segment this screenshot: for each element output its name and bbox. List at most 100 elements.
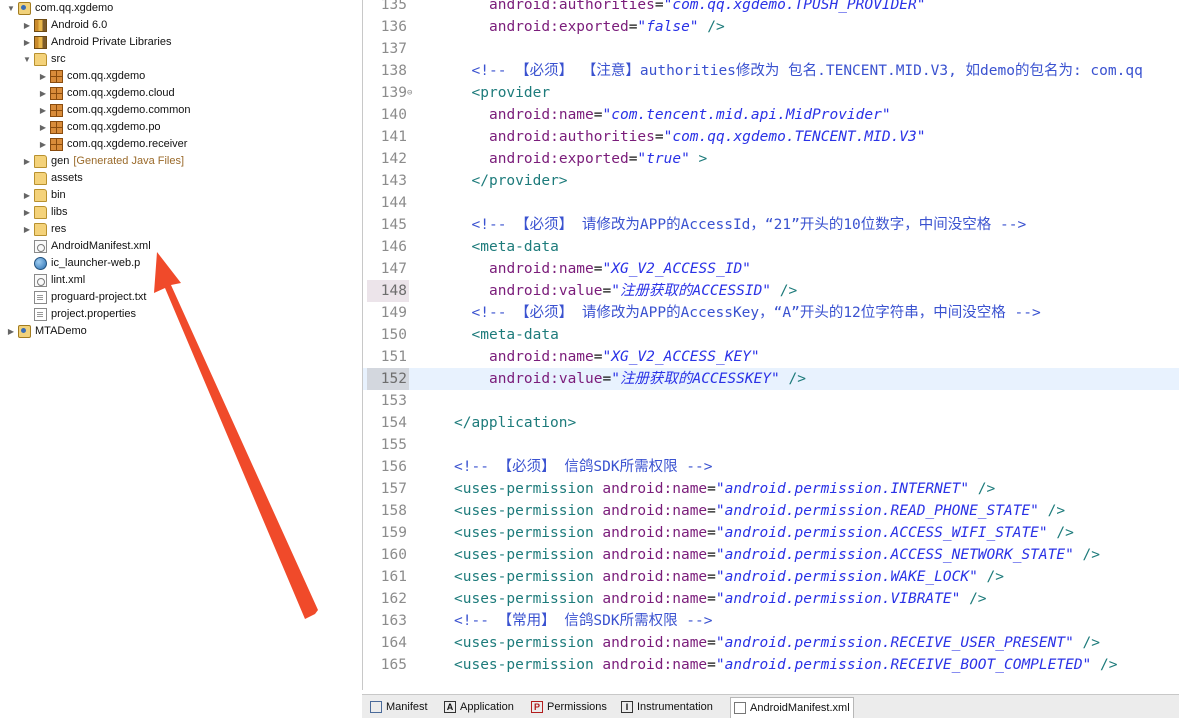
tab-androidmanifest-xml[interactable]: AndroidManifest.xml xyxy=(730,697,854,718)
code-line[interactable]: 161 <uses-permission android:name="androi… xyxy=(363,566,1179,588)
code-line[interactable]: 135 android:authorities="com.qq.xgdemo.TP… xyxy=(363,0,1179,16)
tree-item[interactable]: ▶ com.qq.xgdemo.receiver xyxy=(38,136,187,153)
line-number: 135 xyxy=(380,0,407,13)
code-line[interactable]: 143 </provider> xyxy=(363,170,1179,192)
token-tag: /> xyxy=(1047,525,1074,541)
code-line[interactable]: 147 android:name="XG_V2_ACCESS_ID" xyxy=(363,258,1179,280)
folder-icon xyxy=(34,172,47,185)
tree-item[interactable]: ▶ bin xyxy=(22,187,66,204)
tree-item[interactable]: ▶ com.qq.xgdemo.po xyxy=(38,119,161,136)
token-txt: = xyxy=(707,481,716,497)
token-val: "android.permission.READ_PHONE_STATE" xyxy=(715,503,1039,519)
code-line[interactable]: 146 <meta-data xyxy=(363,236,1179,258)
collapsed-twisty-icon[interactable]: ▶ xyxy=(22,153,32,170)
tree-item[interactable]: ▼ src xyxy=(22,51,66,68)
xml-file-icon xyxy=(34,240,47,253)
tree-item[interactable]: ▶ com.qq.xgdemo.cloud xyxy=(38,85,175,102)
tree-item[interactable]: proguard-project.txt xyxy=(22,289,146,306)
library-icon xyxy=(34,36,47,49)
code-line[interactable]: 158 <uses-permission android:name="androi… xyxy=(363,500,1179,522)
collapsed-twisty-icon[interactable]: ▶ xyxy=(6,323,16,340)
tree-item[interactable]: ▶ libs xyxy=(22,204,68,221)
tab-manifest[interactable]: Manifest xyxy=(370,697,428,717)
collapsed-twisty-icon[interactable]: ▶ xyxy=(22,17,32,34)
instrumentation-icon: I xyxy=(621,701,633,713)
collapsed-twisty-icon[interactable]: ▶ xyxy=(22,204,32,221)
code-text: <uses-permission android:name="android.p… xyxy=(454,478,995,500)
tree-item-label: com.qq.xgdemo xyxy=(35,2,114,14)
code-line[interactable]: 163 <!-- 【常用】 信鸽SDK所需权限 --> xyxy=(363,610,1179,632)
code-line[interactable]: 160 <uses-permission android:name="androi… xyxy=(363,544,1179,566)
tree-item[interactable]: ▶ res xyxy=(22,221,66,238)
collapsed-twisty-icon[interactable]: ▶ xyxy=(38,119,48,136)
code-text: <!-- 【必须】 【注意】authorities修改为 包名.TENCENT.… xyxy=(472,60,1143,82)
line-number: 153 xyxy=(380,393,407,409)
token-val: "注册获取的ACCESSID" xyxy=(611,283,772,299)
code-line[interactable]: 155 xyxy=(363,434,1179,456)
line-number: 165 xyxy=(380,657,407,673)
line-number: 139 xyxy=(380,85,407,101)
code-line-current[interactable]: 152 android:value="注册获取的ACCESSKEY" /> xyxy=(363,368,1179,390)
collapsed-twisty-icon[interactable]: ▶ xyxy=(38,85,48,102)
code-line[interactable]: 150 <meta-data xyxy=(363,324,1179,346)
tree-item[interactable]: ▶ com.qq.xgdemo xyxy=(38,68,145,85)
code-editor[interactable]: 135 android:authorities="com.qq.xgdemo.TP… xyxy=(362,0,1179,690)
line-number: 159 xyxy=(380,525,407,541)
tree-item[interactable]: ▶ MTADemo xyxy=(6,323,87,340)
code-line[interactable]: 151 android:name="XG_V2_ACCESS_KEY" xyxy=(363,346,1179,368)
tab-permissions[interactable]: P Permissions xyxy=(531,697,607,717)
tree-item[interactable]: ic_launcher-web.p xyxy=(22,255,140,272)
tree-item[interactable]: ▶ gen [Generated Java Files] xyxy=(22,153,184,170)
tree-item[interactable]: lint.xml xyxy=(22,272,85,289)
code-line[interactable]: 144 xyxy=(363,192,1179,214)
tree-item[interactable]: AndroidManifest.xml xyxy=(22,238,151,255)
code-line[interactable]: 148 android:value="注册获取的ACCESSID" /> xyxy=(363,280,1179,302)
code-line[interactable]: 165 <uses-permission android:name="androi… xyxy=(363,654,1179,676)
code-line[interactable]: 145 <!-- 【必须】 请修改为APP的AccessId，“21”开头的10位… xyxy=(363,214,1179,236)
expanded-twisty-icon[interactable]: ▼ xyxy=(6,0,16,17)
collapsed-twisty-icon[interactable]: ▶ xyxy=(22,34,32,51)
code-line[interactable]: 139 ⊖ <provider xyxy=(363,82,1179,104)
code-text: <meta-data xyxy=(472,324,559,346)
token-val: "true" xyxy=(637,151,690,167)
collapsed-twisty-icon[interactable]: ▶ xyxy=(22,221,32,238)
tab-application[interactable]: A Application xyxy=(444,697,514,717)
code-line[interactable]: 156 <!-- 【必须】 信鸽SDK所需权限 --> xyxy=(363,456,1179,478)
code-line[interactable]: 142 android:exported="true" > xyxy=(363,148,1179,170)
tree-item[interactable]: ▶ com.qq.xgdemo.common xyxy=(38,102,191,119)
tree-item[interactable]: project.properties xyxy=(22,306,136,323)
tree-item[interactable]: ▶ Android 6.0 xyxy=(22,17,107,34)
folder-icon xyxy=(34,189,47,202)
code-line[interactable]: 138 <!-- 【必须】 【注意】authorities修改为 包名.TENCE… xyxy=(363,60,1179,82)
code-line[interactable]: 149 <!-- 【必须】 请修改为APP的AccessKey，“A”开头的12位… xyxy=(363,302,1179,324)
token-attr: android:name xyxy=(602,569,708,585)
collapsed-twisty-icon[interactable]: ▶ xyxy=(38,68,48,85)
code-line[interactable]: 157 <uses-permission android:name="androi… xyxy=(363,478,1179,500)
fold-collapse-icon[interactable]: ⊖ xyxy=(407,82,417,104)
token-attr: android:name xyxy=(489,349,594,365)
tree-item[interactable]: assets xyxy=(22,170,83,187)
code-text: android:value="注册获取的ACCESSID" /> xyxy=(489,280,797,302)
code-line[interactable]: 141 android:authorities="com.qq.xgdemo.TE… xyxy=(363,126,1179,148)
code-line[interactable]: 164 <uses-permission android:name="androi… xyxy=(363,632,1179,654)
code-line[interactable]: 162 <uses-permission android:name="androi… xyxy=(363,588,1179,610)
token-attr: android:authorities xyxy=(489,129,655,145)
collapsed-twisty-icon[interactable]: ▶ xyxy=(38,136,48,153)
tree-item[interactable]: ▶ Android Private Libraries xyxy=(22,34,171,51)
collapsed-twisty-icon[interactable]: ▶ xyxy=(38,102,48,119)
token-com: <!-- 【常用】 信鸽SDK所需权限 --> xyxy=(454,613,713,629)
token-val: "android.permission.WAKE_LOCK" xyxy=(715,569,978,585)
token-attr: android:name xyxy=(489,261,594,277)
code-line[interactable]: 137 xyxy=(363,38,1179,60)
tree-item[interactable]: ▼ com.qq.xgdemo xyxy=(6,0,113,17)
code-line[interactable]: 159 <uses-permission android:name="androi… xyxy=(363,522,1179,544)
tree-item-label: gen xyxy=(51,155,70,167)
code-line[interactable]: 153 xyxy=(363,390,1179,412)
code-line[interactable]: 136 android:exported="false" /> xyxy=(363,16,1179,38)
code-line[interactable]: 154 </application> xyxy=(363,412,1179,434)
code-line[interactable]: 140 android:name="com.tencent.mid.api.Mid… xyxy=(363,104,1179,126)
collapsed-twisty-icon[interactable]: ▶ xyxy=(22,187,32,204)
expanded-twisty-icon[interactable]: ▼ xyxy=(22,51,32,68)
code-text: <uses-permission android:name="android.p… xyxy=(454,522,1074,544)
tab-instrumentation[interactable]: I Instrumentation xyxy=(621,697,713,717)
